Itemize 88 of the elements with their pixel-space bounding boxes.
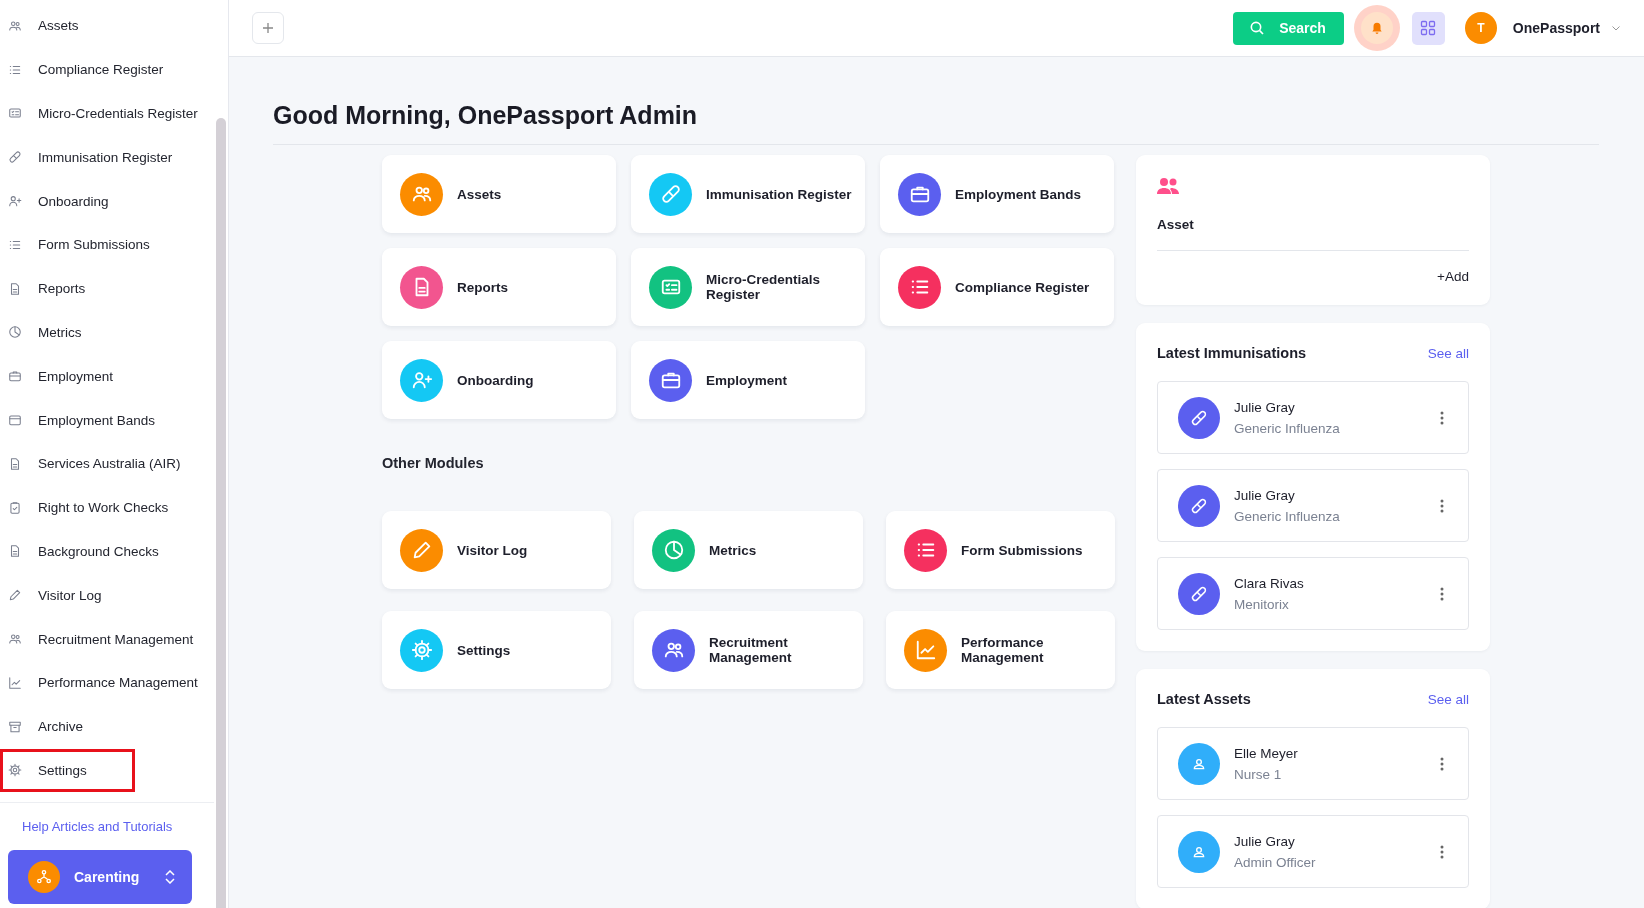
person-icon [1178, 830, 1220, 873]
document-icon [8, 456, 22, 471]
pie-chart-icon [8, 325, 22, 340]
list-item[interactable]: Julie Gray Generic Influenza [1157, 381, 1469, 454]
sidebar-item[interactable]: Employment Bands [0, 398, 210, 442]
panel-title: Latest Immunisations [1157, 345, 1307, 361]
see-all-link[interactable]: See all [1427, 345, 1469, 361]
sidebar-item[interactable]: Assets [0, 4, 210, 48]
document-icon [8, 544, 22, 559]
sidebar-item[interactable]: Visitor Log [0, 573, 210, 618]
section-heading: Other Modules [382, 455, 485, 471]
module-card[interactable]: Form Submissions [886, 511, 1115, 589]
item-detail: Nurse 1 [1234, 766, 1283, 782]
user-name[interactable]: OnePassport [1512, 20, 1600, 36]
sidebar-item[interactable]: Form Submissions [0, 223, 210, 267]
list-item[interactable]: Clara Rivas Menitorix [1157, 557, 1469, 630]
scrollbar[interactable] [216, 118, 226, 908]
people-icon [8, 18, 22, 33]
item-detail: Generic Influenza [1234, 420, 1341, 436]
pencil-icon [8, 588, 22, 603]
module-card[interactable]: Onboarding [382, 341, 616, 419]
add-button[interactable]: +Add [1437, 269, 1469, 284]
list-item[interactable]: Julie Gray Admin Officer [1157, 815, 1469, 888]
module-card[interactable]: Assets [382, 155, 616, 233]
archive-icon [8, 719, 22, 734]
apps-grid-button[interactable] [1411, 11, 1445, 45]
bandage-icon [1178, 396, 1220, 439]
greeting-heading: Good Morning, OnePassport Admin [273, 101, 1599, 145]
item-detail: Admin Officer [1234, 854, 1317, 870]
sidebar-item[interactable]: Right to Work Checks [0, 485, 210, 530]
user-plus-icon [8, 194, 22, 209]
sidebar-item[interactable]: Compliance Register [0, 47, 210, 92]
id-card-icon [8, 106, 22, 121]
sidebar-item[interactable]: Immunisation Register [0, 135, 210, 180]
person-name: Julie Gray [1234, 833, 1296, 849]
list-item[interactable]: Elle Meyer Nurse 1 [1157, 727, 1469, 800]
people-icon [1157, 177, 1179, 195]
quick-add-label: Asset [1157, 217, 1195, 232]
module-card[interactable]: Recruitment Management [634, 611, 863, 689]
line-chart-icon [8, 675, 22, 690]
person-name: Julie Gray [1234, 487, 1296, 503]
module-card[interactable]: Settings [382, 611, 611, 689]
sidebar-item[interactable]: Onboarding [0, 179, 210, 223]
sidebar-item[interactable]: Employment [0, 354, 210, 399]
sidebar-item[interactable]: Settings [0, 748, 135, 793]
organization-switcher[interactable]: Carenting [8, 850, 192, 904]
settings-icon [8, 763, 22, 778]
notification-button[interactable] [1353, 5, 1400, 51]
search-icon [1249, 20, 1266, 36]
person-name: Julie Gray [1234, 399, 1296, 415]
bandage-icon [1178, 484, 1220, 527]
person-icon [1178, 742, 1220, 785]
clipboard-icon [8, 500, 22, 515]
chevron-up-down-icon [164, 870, 176, 884]
box-icon [8, 413, 22, 428]
module-card[interactable]: Micro-Credentials Register [631, 248, 865, 326]
help-link[interactable]: Help Articles and Tutorials [22, 819, 214, 834]
bandage-icon [8, 150, 22, 165]
sidebar-item[interactable]: Background Checks [0, 529, 210, 574]
sidebar-item[interactable]: Recruitment Management [0, 617, 210, 661]
people-icon [8, 632, 22, 647]
module-card[interactable]: Visitor Log [382, 511, 611, 589]
org-icon [28, 861, 60, 893]
sidebar-item[interactable]: Performance Management [0, 660, 210, 705]
person-name: Clara Rivas [1234, 575, 1305, 591]
sidebar-item[interactable]: Archive [0, 704, 210, 749]
module-card[interactable]: Employment Bands [880, 155, 1114, 233]
item-detail: Generic Influenza [1234, 508, 1341, 524]
sidebar-item[interactable]: Metrics [0, 310, 210, 355]
bandage-icon [1178, 572, 1220, 615]
grid-icon [1420, 20, 1437, 36]
item-detail: Menitorix [1234, 596, 1290, 612]
module-card[interactable]: Performance Management [886, 611, 1115, 689]
module-card[interactable]: Compliance Register [880, 248, 1114, 326]
panel-title: Latest Assets [1157, 691, 1251, 707]
module-card[interactable]: Immunisation Register [631, 155, 865, 233]
sidebar-item[interactable]: Micro-Credentials Register [0, 91, 210, 136]
person-name: Elle Meyer [1234, 745, 1299, 761]
see-all-link[interactable]: See all [1427, 691, 1469, 707]
document-icon [8, 281, 22, 296]
module-card[interactable]: Reports [382, 248, 616, 326]
sidebar-item[interactable]: Reports [0, 266, 210, 311]
briefcase-icon [8, 369, 22, 384]
sidebar-item[interactable]: Services Australia (AIR) [0, 441, 210, 486]
list-item[interactable]: Julie Gray Generic Influenza [1157, 469, 1469, 542]
module-card[interactable]: Employment [631, 341, 865, 419]
plus-icon [262, 22, 274, 34]
module-card[interactable]: Metrics [634, 511, 863, 589]
